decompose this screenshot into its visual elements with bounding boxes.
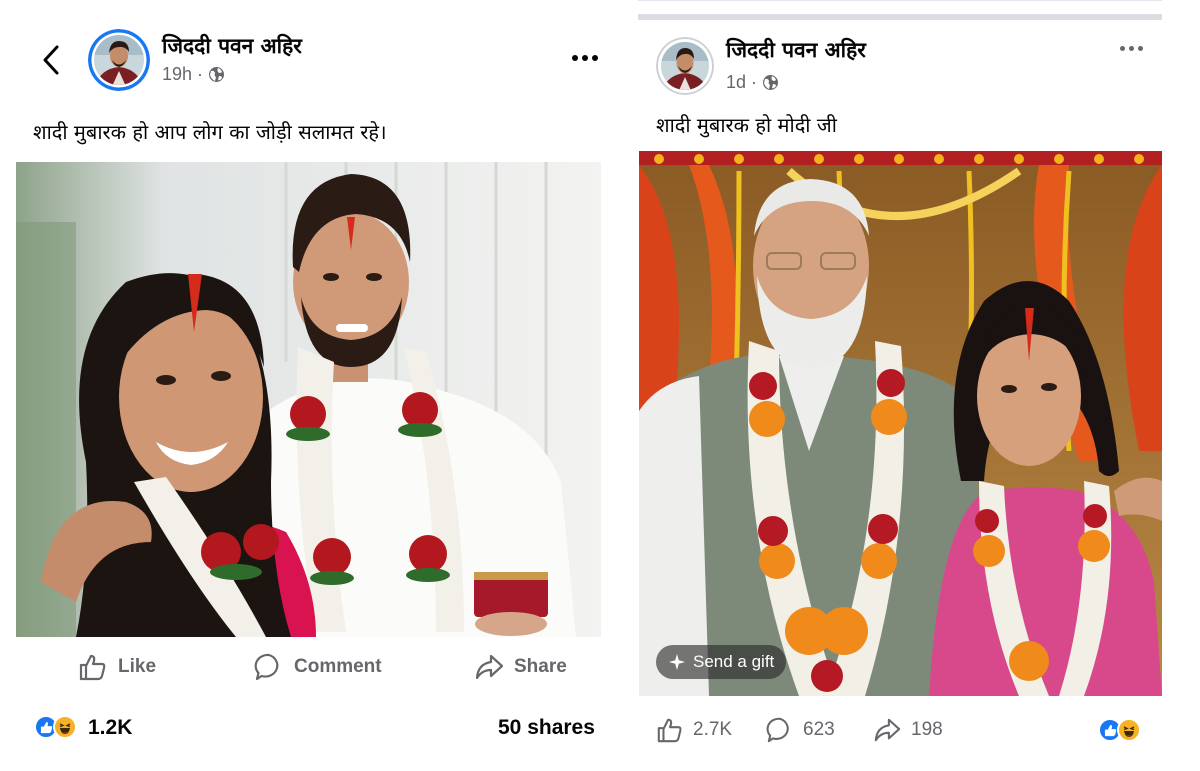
haha-reaction-icon (1117, 718, 1141, 742)
post-text: शादी मुबारक हो आप लोग का जोड़ी सलामत रहे… (33, 120, 387, 144)
send-gift-label: Send a gift (693, 652, 775, 671)
thumbs-up-icon (657, 718, 682, 743)
author-avatar[interactable] (656, 37, 714, 95)
like-label: Like (118, 656, 157, 677)
like-count: 2.7K (693, 719, 733, 740)
post-card-right: जिददी पवन अहिर 1d · शादी मुबारक हो मोदी … (638, 0, 1200, 771)
post-meta: 1d · (726, 72, 779, 93)
back-chevron-icon[interactable] (40, 44, 62, 76)
post-meta: 19h · (162, 64, 225, 85)
post-time[interactable]: 19h (162, 64, 192, 85)
post-card-left: जिददी पवन अहिर 19h · शादी मुबारक हो आप ल… (0, 0, 620, 771)
reaction-count[interactable]: 1.2K (88, 716, 132, 740)
author-name[interactable]: जिददी पवन अहिर (726, 36, 866, 64)
more-options-button[interactable] (572, 55, 598, 61)
globe-icon (209, 67, 225, 82)
comment-label: Comment (294, 656, 382, 677)
comment-bubble-icon (254, 653, 279, 681)
haha-reaction-icon (53, 715, 77, 739)
like-button[interactable]: Like (78, 652, 156, 682)
post-time[interactable]: 1d (726, 72, 746, 93)
share-button[interactable]: Share (474, 652, 567, 682)
meta-separator: · (751, 72, 758, 92)
more-options-button[interactable] (1120, 46, 1143, 51)
author-name[interactable]: जिददी पवन अहिर (162, 32, 302, 60)
share-arrow-icon (475, 654, 504, 680)
reaction-icons[interactable] (34, 715, 77, 739)
feed-divider-thin (638, 0, 1162, 1)
send-gift-button[interactable]: Send a gift (656, 645, 787, 679)
globe-icon (763, 75, 779, 90)
share-count: 198 (911, 719, 943, 740)
comment-count: 623 (803, 719, 835, 740)
post-photo[interactable] (639, 151, 1162, 696)
comment-count-button[interactable]: 623 (766, 716, 835, 744)
share-arrow-icon (874, 718, 901, 742)
comment-bubble-icon (766, 717, 789, 743)
like-count-button[interactable]: 2.7K (656, 716, 732, 744)
thumbs-up-icon (79, 654, 106, 681)
gift-sparkle-icon (669, 654, 685, 670)
post-text: शादी मुबारक हो मोदी जी (656, 113, 837, 137)
post-photo[interactable] (16, 162, 601, 637)
share-count-button[interactable]: 198 (872, 716, 943, 744)
feed-divider (638, 14, 1162, 20)
comment-button[interactable]: Comment (254, 652, 382, 682)
share-count[interactable]: 50 shares (498, 716, 595, 740)
author-avatar[interactable] (88, 29, 150, 91)
share-label: Share (514, 656, 567, 677)
reaction-icons[interactable] (1098, 718, 1141, 742)
meta-separator: · (197, 64, 204, 84)
